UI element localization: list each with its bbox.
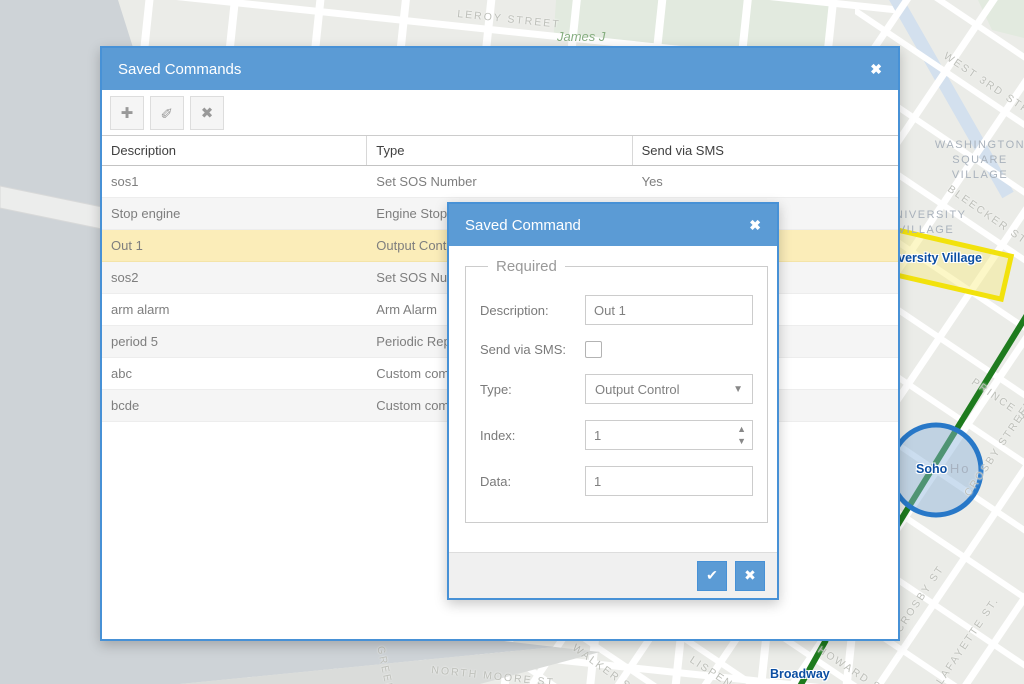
stepper-arrows: ▲ ▼ bbox=[737, 423, 746, 447]
cell-type: Set SOS Number bbox=[367, 166, 632, 197]
edit-command-button[interactable]: ✎ bbox=[150, 96, 184, 130]
cancel-icon: ✖ bbox=[744, 567, 756, 584]
data-input[interactable] bbox=[585, 466, 753, 496]
stepper-up-icon[interactable]: ▲ bbox=[737, 423, 746, 435]
add-command-button[interactable]: ✚ bbox=[110, 96, 144, 130]
index-row: Index: 1 ▲ ▼ bbox=[480, 420, 753, 450]
area-label-line: WASHINGTON bbox=[926, 138, 1024, 153]
cell-description: bcde bbox=[102, 390, 367, 421]
plus-icon: ✚ bbox=[121, 104, 134, 122]
app-window: LEROY STREET James J WEST 3RD STREET WAS… bbox=[0, 0, 1024, 684]
commands-toolbar: ✚ ✎ ✖ bbox=[102, 90, 898, 135]
index-label: Index: bbox=[480, 428, 585, 443]
close-icon[interactable]: ✖ bbox=[870, 62, 882, 76]
cell-description: sos2 bbox=[102, 262, 367, 293]
type-select-value: Output Control bbox=[595, 382, 680, 397]
table-row[interactable]: sos1 Set SOS Number Yes bbox=[102, 166, 898, 198]
saved-commands-title: Saved Commands bbox=[118, 61, 241, 78]
stepper-down-icon[interactable]: ▼ bbox=[737, 435, 746, 447]
index-stepper[interactable]: 1 ▲ ▼ bbox=[585, 420, 753, 450]
chevron-down-icon: ▼ bbox=[733, 384, 743, 395]
cell-sms: Yes bbox=[633, 166, 898, 197]
column-header-sms: Send via SMS bbox=[633, 136, 898, 165]
type-select[interactable]: Output Control ▼ bbox=[585, 374, 753, 404]
data-label: Data: bbox=[480, 474, 585, 489]
cell-description: arm alarm bbox=[102, 294, 367, 325]
area-label-line: SQUARE bbox=[926, 153, 1024, 168]
delete-command-button[interactable]: ✖ bbox=[190, 96, 224, 130]
pencil-icon: ✎ bbox=[158, 106, 176, 119]
required-section: Required Description: Send via SMS: Type… bbox=[465, 258, 768, 523]
cell-description: Stop engine bbox=[102, 198, 367, 229]
park-label-james: James J bbox=[557, 29, 605, 44]
delete-icon: ✖ bbox=[201, 104, 214, 122]
cell-description: abc bbox=[102, 358, 367, 389]
checkmark-icon: ✔ bbox=[706, 567, 718, 584]
required-legend: Required bbox=[488, 258, 565, 275]
geofence-label-broadway[interactable]: Broadway bbox=[770, 667, 830, 681]
cancel-button[interactable]: ✖ bbox=[735, 561, 765, 591]
saved-command-dialog: Saved Command ✖ Required Description: Se… bbox=[447, 202, 779, 600]
type-label: Type: bbox=[480, 382, 585, 397]
cell-description: sos1 bbox=[102, 166, 367, 197]
table-header-row: Description Type Send via SMS bbox=[102, 136, 898, 166]
sms-label: Send via SMS: bbox=[480, 342, 585, 357]
description-label: Description: bbox=[480, 303, 585, 318]
close-icon[interactable]: ✖ bbox=[749, 218, 761, 232]
saved-command-footer: ✔ ✖ bbox=[449, 552, 777, 598]
cell-description: period 5 bbox=[102, 326, 367, 357]
type-row: Type: Output Control ▼ bbox=[480, 374, 753, 404]
column-header-type: Type bbox=[367, 136, 632, 165]
area-label-washington-square: WASHINGTON SQUARE VILLAGE bbox=[926, 138, 1024, 183]
confirm-button[interactable]: ✔ bbox=[697, 561, 727, 591]
description-row: Description: bbox=[480, 295, 753, 325]
sms-checkbox[interactable] bbox=[585, 341, 602, 358]
saved-command-body: Required Description: Send via SMS: Type… bbox=[449, 246, 777, 552]
saved-commands-header[interactable]: Saved Commands ✖ bbox=[102, 48, 898, 90]
index-value: 1 bbox=[594, 428, 601, 443]
description-input[interactable] bbox=[585, 295, 753, 325]
geofence-label-soho[interactable]: Soho bbox=[916, 462, 947, 476]
area-label-line: VILLAGE bbox=[926, 168, 1024, 183]
saved-command-title: Saved Command bbox=[465, 217, 581, 234]
data-row: Data: bbox=[480, 466, 753, 496]
cell-description: Out 1 bbox=[102, 230, 367, 261]
column-header-description: Description bbox=[102, 136, 367, 165]
sms-row: Send via SMS: bbox=[480, 341, 753, 358]
saved-command-header[interactable]: Saved Command ✖ bbox=[449, 204, 777, 246]
